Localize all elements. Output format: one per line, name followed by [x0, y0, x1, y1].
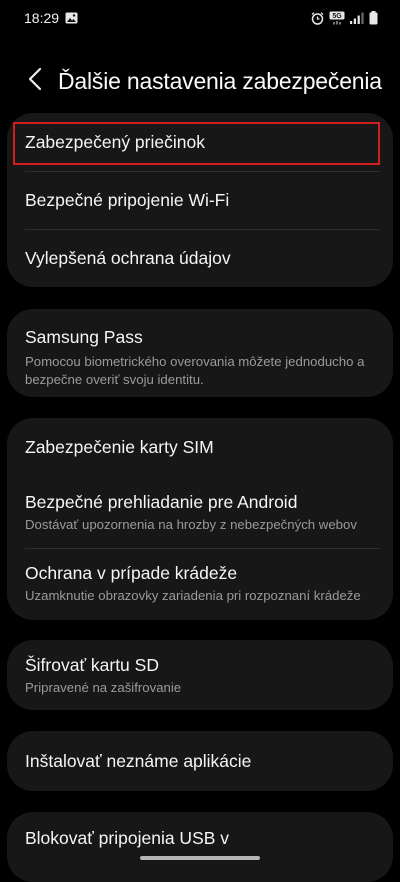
list-item-unknown-apps[interactable]: Inštalovať neznáme aplikácie [7, 731, 393, 791]
list-item-title: Bezpečné prehliadanie pre Android [25, 492, 298, 512]
list-item-samsung-pass[interactable]: Samsung Pass Pomocou biometrického overo… [7, 309, 393, 397]
settings-group-1: Zabezpečený priečinok Bezpečné pripojeni… [7, 113, 393, 287]
status-time: 18:29 [24, 10, 60, 26]
list-item-title: Bezpečné pripojenie Wi-Fi [25, 190, 230, 210]
page-title: Ďalšie nastavenia zabezpečenia [58, 67, 382, 94]
status-bar: 18:29 5G [0, 0, 400, 36]
list-item-title: Inštalovať neznáme aplikácie [25, 751, 252, 771]
list-item-encrypt-sd[interactable]: Šifrovať kartu SD Pripravené na zašifrov… [7, 640, 393, 710]
gallery-icon [65, 12, 78, 24]
list-item-secure-wifi[interactable]: Bezpečné pripojenie Wi-Fi [7, 171, 393, 229]
chevron-left-icon [28, 67, 42, 96]
back-button[interactable] [22, 66, 48, 96]
list-item-title: Šifrovať kartu SD [25, 655, 159, 675]
list-item-sim-security[interactable]: Zabezpečenie karty SIM [7, 418, 393, 476]
list-item-title: Ochrana v prípade krádeže [25, 563, 238, 583]
settings-group-5: Inštalovať neznáme aplikácie [7, 731, 393, 791]
list-item-subtitle: Uzamknutie obrazovky zariadenia pri rozp… [25, 588, 361, 603]
list-item-title: Vylepšená ochrana údajov [25, 248, 231, 268]
list-item-theft-protection[interactable]: Ochrana v prípade krádeže Uzamknutie obr… [7, 548, 393, 620]
list-item-safe-browsing[interactable]: Bezpečné prehliadanie pre Android Dostáv… [7, 476, 393, 548]
list-item-block-usb[interactable]: Blokovať pripojenia USB v [7, 812, 393, 882]
selection-highlight [13, 122, 380, 165]
home-indicator[interactable] [140, 856, 260, 860]
subtitle-line: Pomocou biometrického overovania môžete … [25, 354, 365, 369]
settings-group-2: Samsung Pass Pomocou biometrického overo… [7, 309, 393, 397]
settings-group-3: Zabezpečenie karty SIM Bezpečné prehliad… [7, 418, 393, 620]
list-item-title: Zabezpečenie karty SIM [25, 437, 214, 457]
list-item-subtitle: Pomocou biometrického overovania môžete … [25, 353, 383, 389]
signal-icon [350, 12, 364, 24]
5g-icon: 5G [329, 11, 345, 25]
list-item-data-protection[interactable]: Vylepšená ochrana údajov [7, 229, 393, 287]
subtitle-line: bezpečne overiť svoju identitu. [25, 372, 204, 387]
list-item-title: Blokovať pripojenia USB v [25, 828, 230, 848]
battery-icon [369, 11, 378, 25]
list-item-subtitle: Dostávať upozornenia na hrozby z nebezpe… [25, 517, 357, 532]
list-item-secure-folder[interactable]: Zabezpečený priečinok [7, 113, 393, 171]
settings-group-4: Šifrovať kartu SD Pripravené na zašifrov… [7, 640, 393, 710]
svg-text:5G: 5G [332, 13, 342, 20]
settings-group-6: Blokovať pripojenia USB v [7, 812, 393, 882]
alarm-icon [311, 11, 324, 25]
list-item-subtitle: Pripravené na zašifrovanie [25, 680, 182, 695]
list-item-title: Samsung Pass [25, 327, 143, 347]
app-header: Ďalšie nastavenia zabezpečenia [0, 58, 400, 104]
